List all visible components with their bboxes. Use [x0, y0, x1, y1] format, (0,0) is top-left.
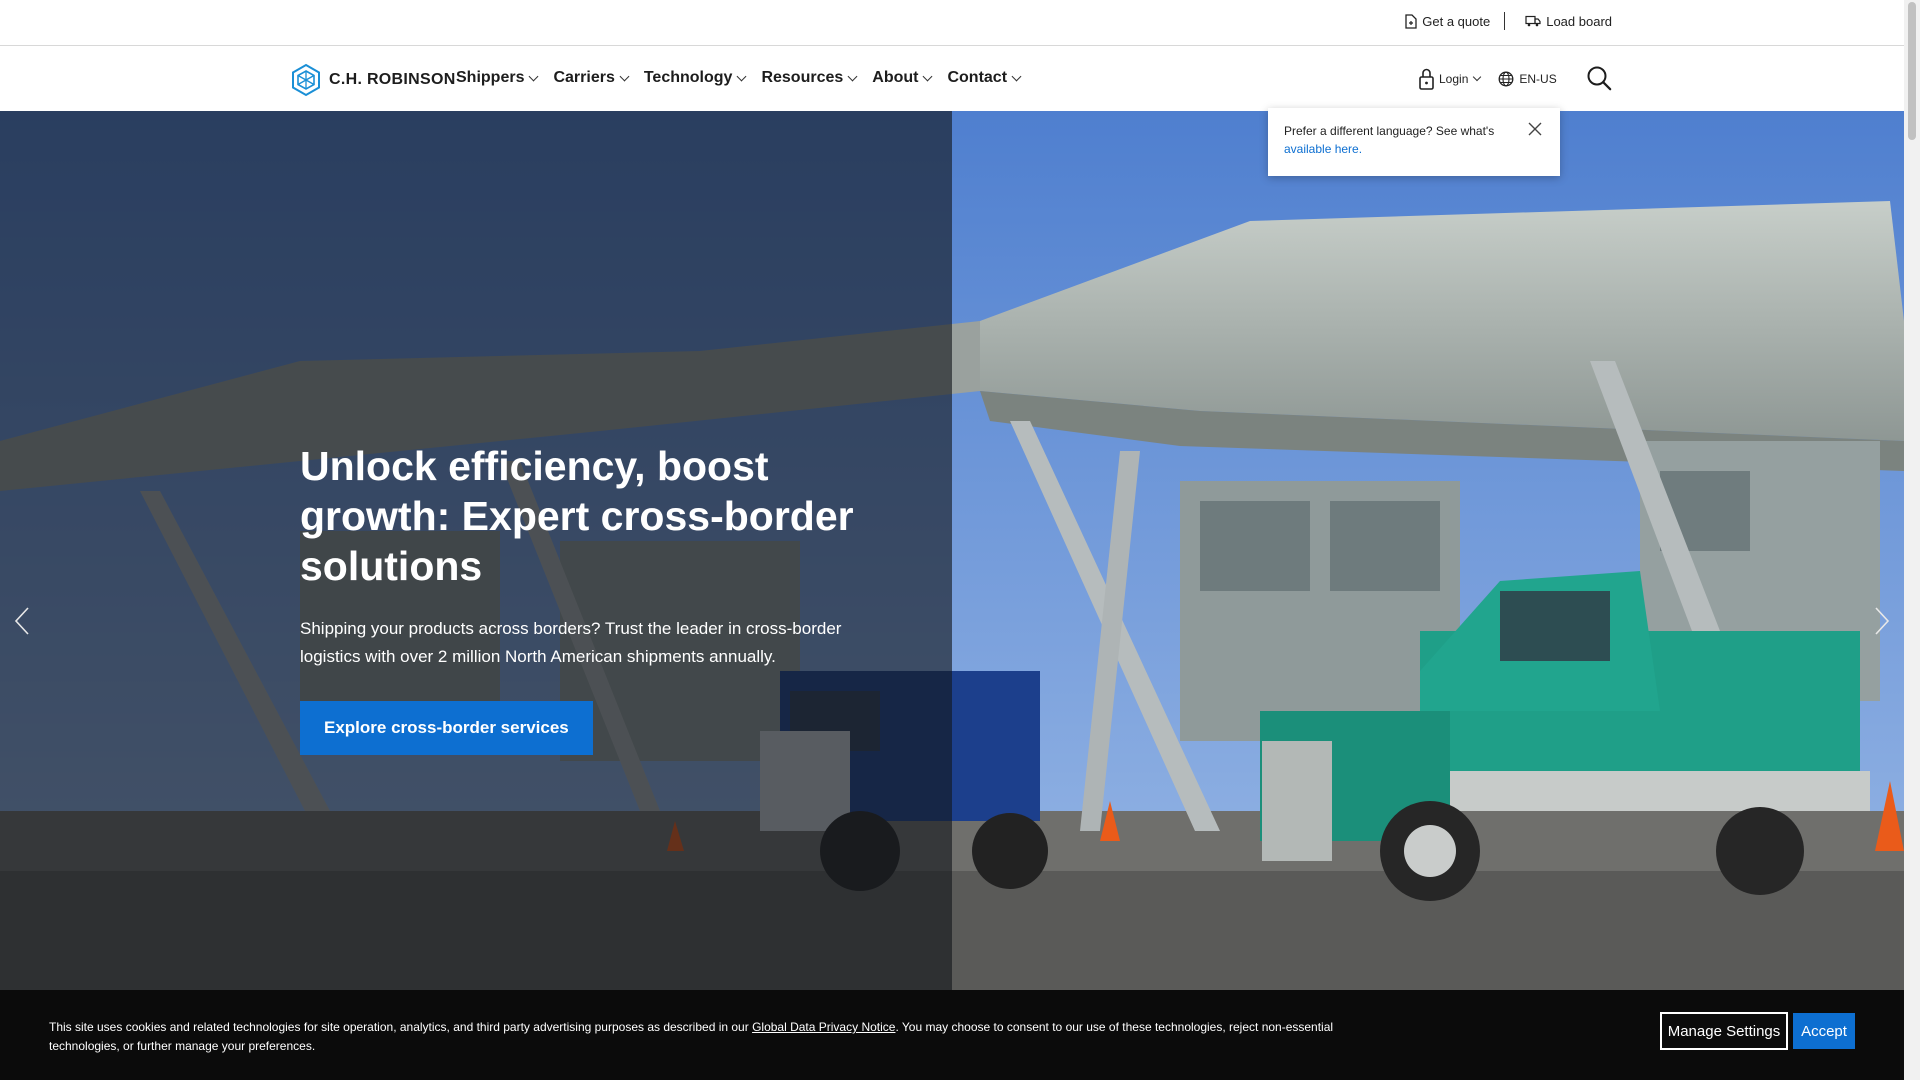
load-board-link[interactable]: Load board: [1525, 14, 1612, 29]
carousel-next-button[interactable]: [1874, 606, 1890, 641]
logo[interactable]: C.H. ROBINSON: [290, 63, 456, 97]
close-icon: [1528, 122, 1542, 136]
utility-links: Get a quote Load board: [1405, 12, 1612, 30]
nav-item-label: Technology: [643, 69, 733, 86]
search-button[interactable]: [1586, 65, 1612, 96]
nav-item-resources[interactable]: Resources: [761, 69, 858, 87]
document-icon: [1405, 13, 1417, 29]
chevron-right-icon: [1875, 607, 1890, 635]
brand-name: C.H. ROBINSON: [329, 71, 456, 88]
logo-icon: [292, 63, 320, 97]
primary-nav: Shippers Carriers Technology Resources A…: [456, 69, 1036, 87]
chevron-down-icon: [619, 71, 630, 81]
language-popover: Prefer a different language? See what's …: [1268, 108, 1560, 176]
accept-button[interactable]: Accept: [1793, 1013, 1855, 1049]
cookie-banner: This site uses cookies and related techn…: [0, 990, 1904, 1080]
get-quote-link[interactable]: Get a quote: [1405, 14, 1490, 29]
truck-icon: [1525, 15, 1541, 27]
chevron-down-icon: [847, 71, 858, 81]
language-available-link[interactable]: available here.: [1284, 142, 1362, 156]
hero-carousel: Unlock efficiency, boost growth: Expert …: [0, 111, 1904, 991]
hero-content: Unlock efficiency, boost growth: Expert …: [300, 441, 860, 755]
lock-icon: [1419, 68, 1434, 90]
scrollbar-thumb[interactable]: [1908, 2, 1916, 140]
nav-utilities: Login EN-US: [1418, 67, 1557, 91]
nav-item-label: Carriers: [553, 69, 615, 86]
nav-item-label: Resources: [761, 69, 844, 86]
get-quote-label: Get a quote: [1422, 13, 1491, 29]
nav-item-contact[interactable]: Contact: [947, 69, 1022, 87]
page: Get a quote Load board C.H. ROBINSON Shi…: [0, 0, 1920, 1080]
language-selector[interactable]: EN-US: [1498, 71, 1557, 87]
nav-item-shippers[interactable]: Shippers: [456, 69, 539, 87]
nav-item-label: Contact: [947, 69, 1008, 86]
hero-title: Unlock efficiency, boost growth: Expert …: [300, 443, 854, 589]
carousel-prev-button[interactable]: [14, 606, 30, 641]
privacy-notice-link[interactable]: Global Data Privacy Notice: [752, 1020, 895, 1034]
hero-description: Shipping your products across borders? T…: [300, 619, 842, 666]
chevron-down-icon: [736, 71, 747, 81]
popover-close-button[interactable]: [1528, 122, 1542, 141]
nav-item-label: About: [872, 69, 919, 86]
chevron-down-icon: [1011, 71, 1022, 81]
chevron-down-icon: [529, 71, 539, 81]
load-board-label: Load board: [1546, 13, 1612, 29]
search-icon: [1587, 66, 1612, 91]
nav-item-technology[interactable]: Technology: [643, 69, 747, 87]
globe-icon: [1498, 71, 1514, 87]
manage-settings-button[interactable]: Manage Settings: [1660, 1012, 1788, 1050]
utility-bar: Get a quote Load board: [0, 0, 1904, 46]
chevron-left-icon: [14, 607, 29, 635]
utility-divider: [1504, 12, 1506, 30]
language-label: EN-US: [1519, 72, 1557, 86]
page-scrollbar[interactable]: [1904, 0, 1920, 1080]
nav-item-label: Shippers: [456, 69, 525, 86]
explore-cross-border-button[interactable]: Explore cross-border services: [300, 701, 593, 755]
main-nav: C.H. ROBINSON Shippers Carriers Technolo…: [0, 47, 1904, 111]
chevron-down-icon: [1473, 72, 1482, 82]
login-button[interactable]: Login: [1418, 67, 1482, 91]
chevron-down-icon: [923, 71, 933, 81]
login-label: Login: [1439, 72, 1469, 86]
popover-text: Prefer a different language? See what's: [1284, 124, 1495, 138]
nav-item-carriers[interactable]: Carriers: [553, 69, 630, 87]
cookie-notice-text: This site uses cookies and related techn…: [49, 1018, 1369, 1056]
nav-item-about[interactable]: About: [872, 69, 933, 87]
cookie-text-before: This site uses cookies and related techn…: [49, 1020, 753, 1034]
